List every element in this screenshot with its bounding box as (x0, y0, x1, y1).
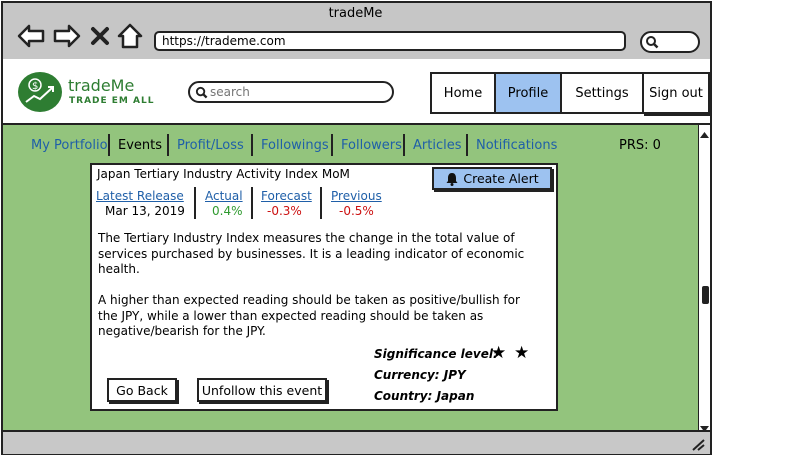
search-icon (195, 86, 208, 99)
event-description: The Tertiary Industry Index measures the… (98, 231, 525, 276)
nav-profile-button[interactable]: Profile (494, 72, 562, 114)
go-back-button[interactable]: Go Back (107, 378, 177, 402)
home-icon[interactable] (116, 22, 144, 50)
forecast-value: -0.3% (267, 204, 302, 218)
tab-divider (251, 134, 253, 156)
logo-tagline: TRADE EM ALL (69, 96, 155, 106)
actual-value: 0.4% (212, 204, 243, 218)
metric-divider (251, 187, 253, 219)
forecast-link[interactable]: Forecast (261, 189, 312, 203)
tab-followings[interactable]: Followings (261, 138, 329, 153)
create-alert-button[interactable]: Create Alert (432, 167, 552, 190)
previous-link[interactable]: Previous (331, 189, 382, 203)
svg-text:$: $ (32, 81, 38, 92)
tab-divider (108, 134, 110, 156)
url-bar[interactable]: https://trademe.com (154, 31, 626, 51)
bell-icon (446, 172, 458, 186)
actual-link[interactable]: Actual (205, 189, 243, 203)
tab-my-portfolio[interactable]: My Portfolio (31, 138, 108, 153)
status-bar (3, 430, 710, 454)
nav-signout-button[interactable]: Sign out (642, 72, 710, 114)
metric-divider (320, 187, 322, 219)
tab-divider (167, 134, 169, 156)
latest-release-value: Mar 13, 2019 (105, 204, 185, 218)
scroll-down-arrow-icon[interactable] (699, 419, 710, 432)
vertical-scrollbar[interactable] (698, 125, 710, 430)
significance-label: Significance level: (374, 347, 498, 361)
browser-search-field[interactable] (640, 31, 700, 53)
event-title: Japan Tertiary Industry Activity Index M… (97, 167, 350, 181)
tab-divider (466, 134, 468, 156)
nav-settings-button[interactable]: Settings (560, 72, 644, 114)
close-x-icon[interactable] (88, 22, 112, 50)
logo-name: tradeMe (68, 76, 135, 95)
resize-grip-icon[interactable] (690, 436, 706, 451)
nav-home-button[interactable]: Home (430, 72, 496, 114)
latest-release-link[interactable]: Latest Release (96, 189, 184, 203)
event-guidance: A higher than expected reading should be… (98, 293, 520, 338)
previous-value: -0.5% (339, 204, 374, 218)
star-icon: ★ (514, 343, 530, 363)
scrollbar-thumb[interactable] (702, 286, 709, 304)
prs-score: PRS: 0 (619, 138, 661, 153)
tab-divider (403, 134, 405, 156)
back-arrow-icon[interactable] (16, 22, 46, 50)
window-title: tradeMe (328, 6, 383, 21)
unfollow-event-button[interactable]: Unfollow this event (197, 378, 327, 402)
search-box[interactable] (188, 81, 394, 103)
tab-followers[interactable]: Followers (341, 138, 402, 153)
forward-arrow-icon[interactable] (52, 22, 82, 50)
tab-notifications[interactable]: Notifications (476, 138, 557, 153)
tab-divider (331, 134, 333, 156)
search-input[interactable] (210, 84, 380, 100)
create-alert-label: Create Alert (463, 171, 539, 186)
tab-articles[interactable]: Articles (413, 138, 461, 153)
tab-events[interactable]: Events (118, 138, 162, 153)
currency-info: Currency: JPY (374, 368, 466, 382)
metric-divider (194, 187, 196, 219)
tab-profit-loss[interactable]: Profit/Loss (177, 138, 244, 153)
country-info: Country: Japan (374, 389, 475, 403)
star-icon: ★ (491, 343, 507, 363)
logo-icon: $ (18, 72, 62, 112)
scroll-up-arrow-icon[interactable] (699, 125, 710, 138)
search-icon (646, 36, 659, 49)
